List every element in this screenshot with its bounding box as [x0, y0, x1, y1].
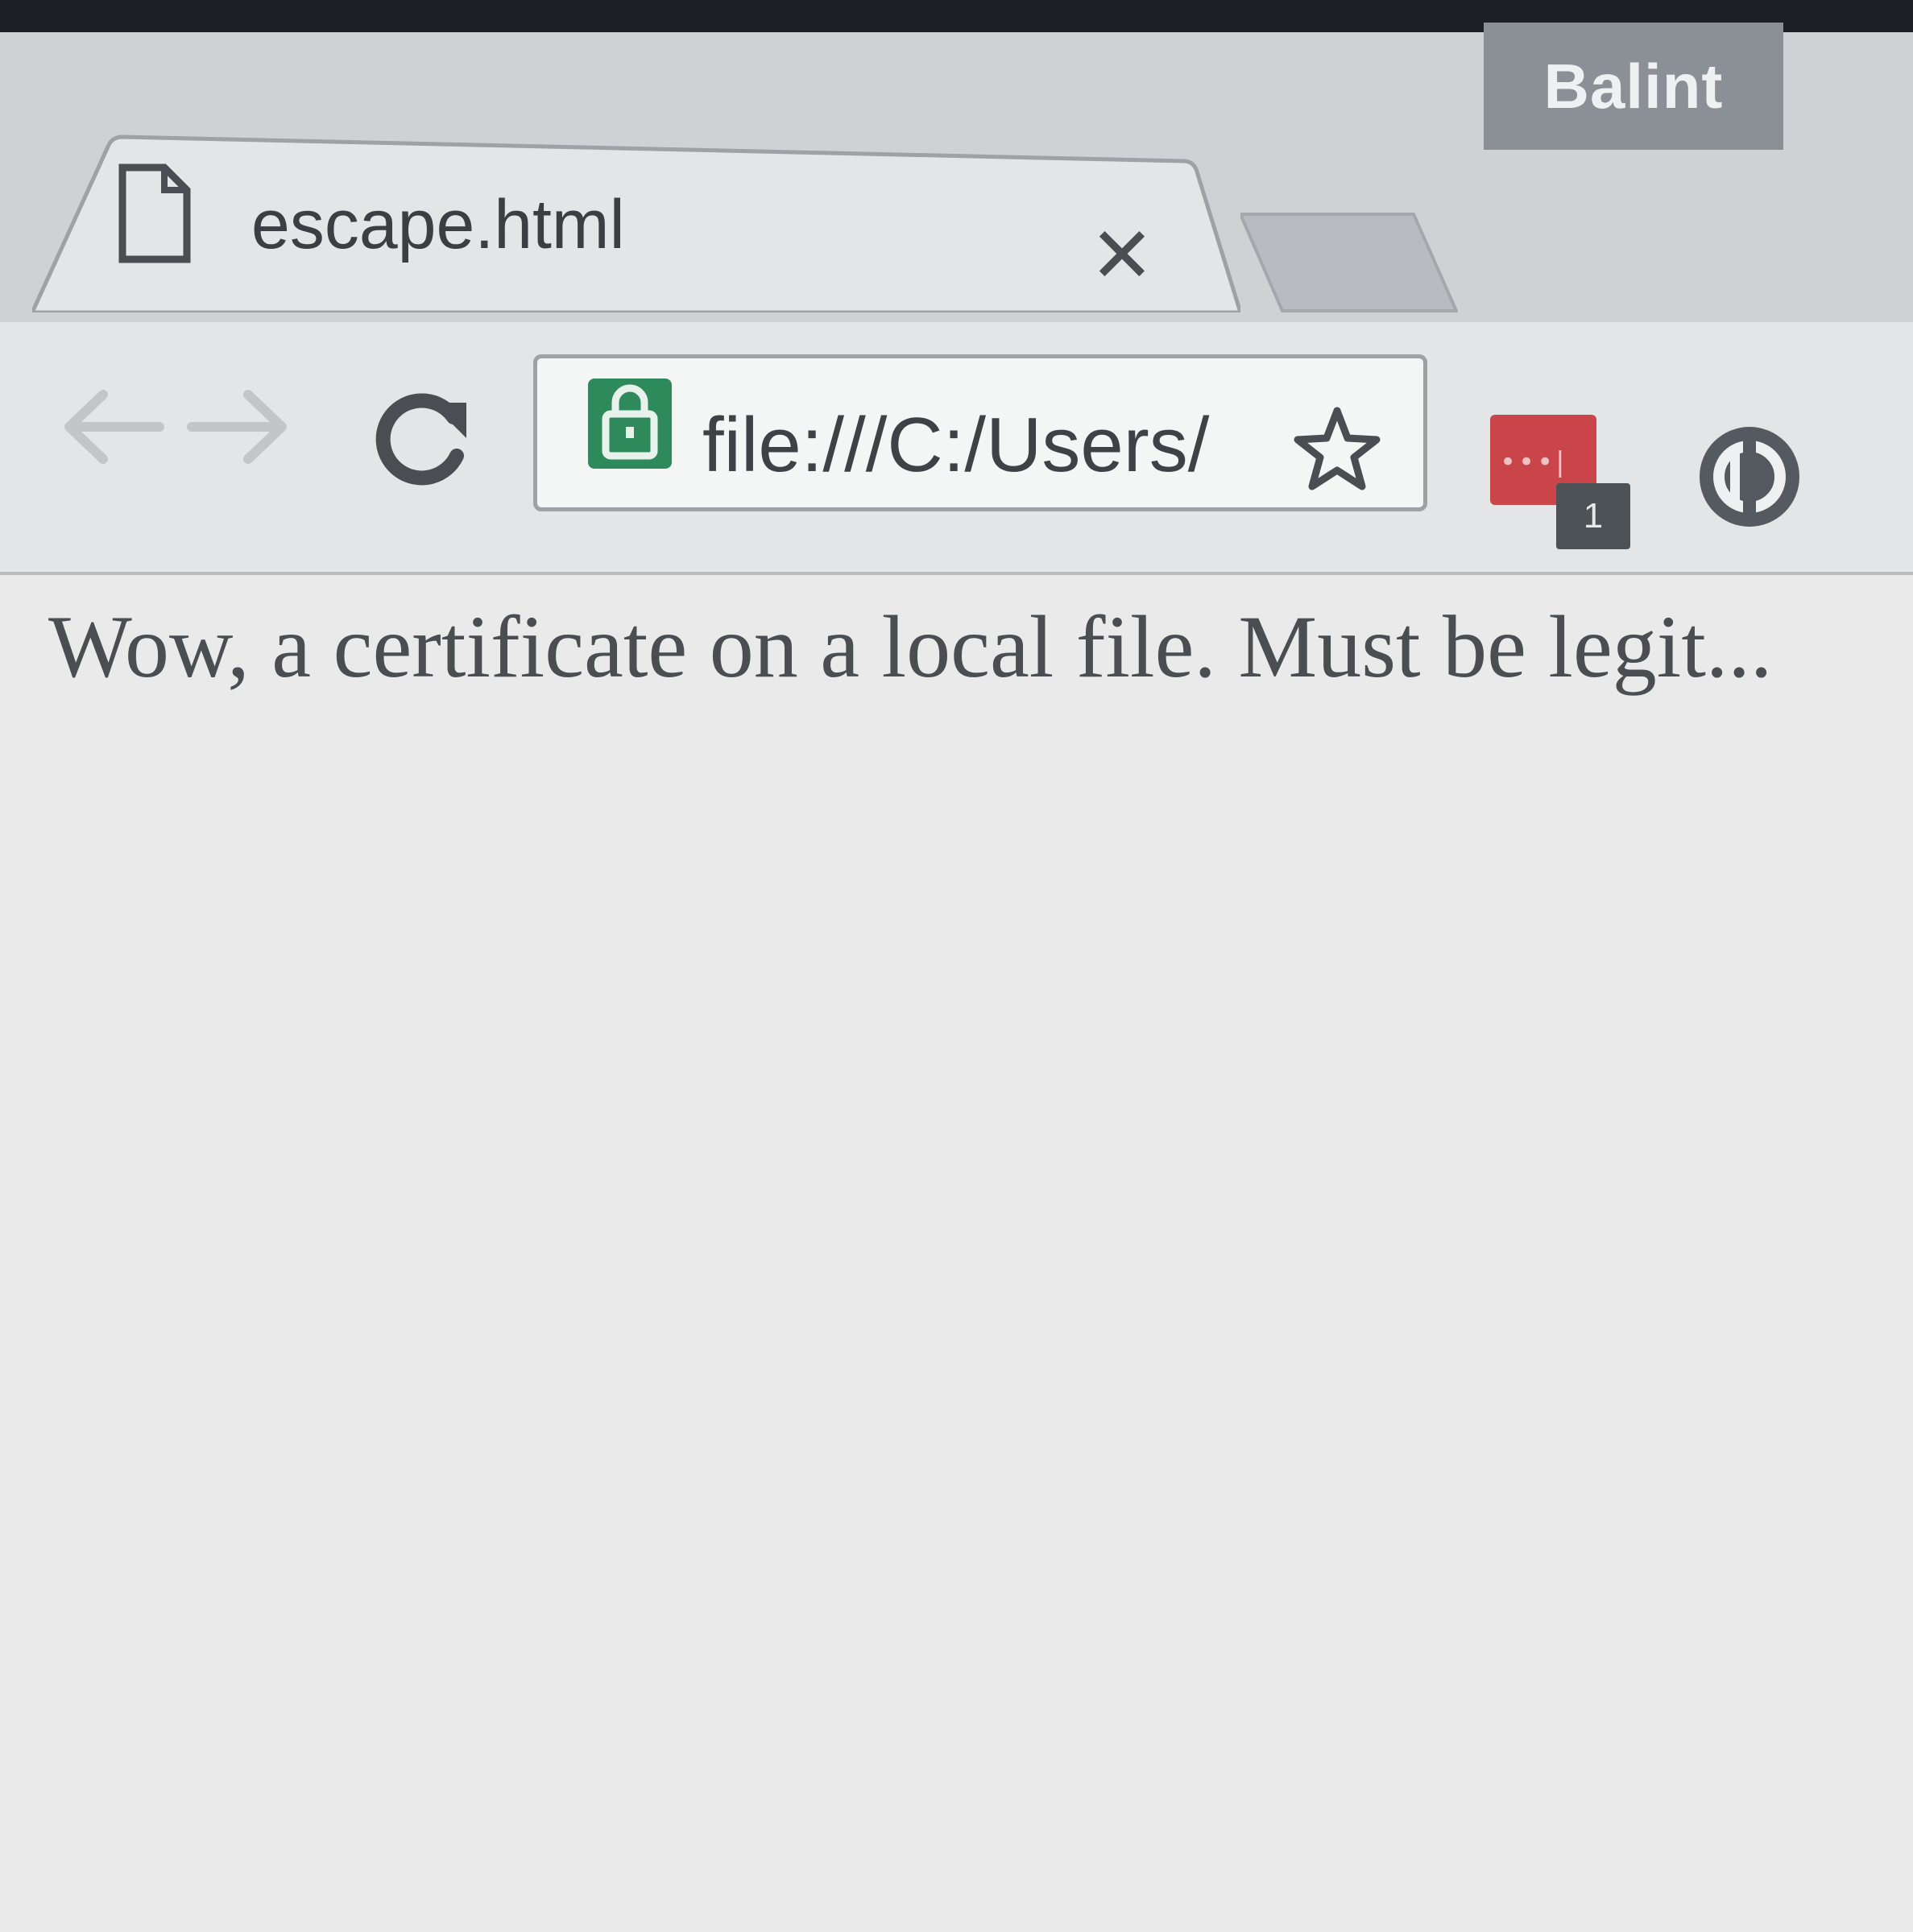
tab-escape-html[interactable]	[32, 113, 1240, 312]
star-icon[interactable]	[1293, 404, 1381, 493]
lastpass-dots: •••|	[1500, 446, 1567, 478]
page-content	[0, 575, 1913, 1932]
reload-icon[interactable]	[366, 385, 479, 490]
tab-title: escape.html	[251, 186, 625, 263]
arrow-right-icon[interactable]	[184, 379, 296, 475]
profile-button[interactable]: Balint	[1484, 23, 1783, 150]
url-text[interactable]: file:///C:/Users/	[702, 401, 1282, 490]
document-icon	[118, 163, 191, 263]
page-text: Wow, a certificate on a local file. Must…	[48, 598, 1773, 696]
close-icon[interactable]: ✕	[1078, 211, 1166, 300]
new-tab-button[interactable]	[1240, 208, 1458, 316]
lock-icon[interactable]	[588, 379, 672, 469]
arrow-left-icon[interactable]	[55, 379, 168, 475]
extension-badge: 1	[1556, 483, 1630, 549]
circle-logo-icon[interactable]	[1693, 420, 1806, 533]
